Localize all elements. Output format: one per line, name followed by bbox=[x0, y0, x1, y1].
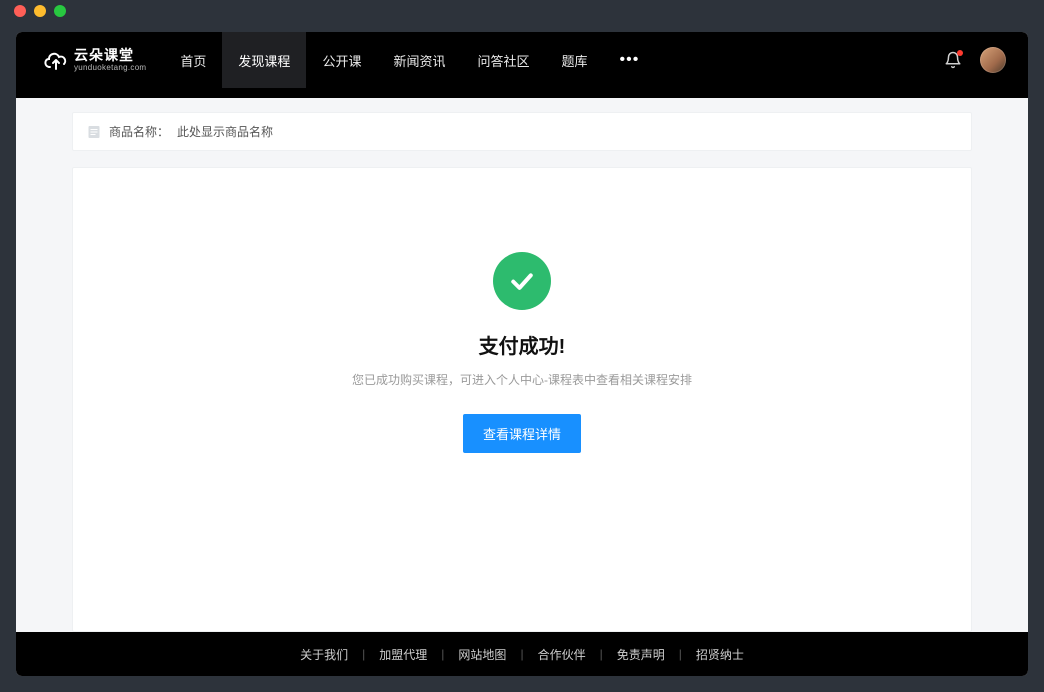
payment-success-card: 支付成功! 您已成功购买课程，可进入个人中心-课程表中查看相关课程安排 查看课程… bbox=[72, 167, 972, 632]
page-body: 商品名称： 此处显示商品名称 支付成功! 您已成功购买课程，可进入个人中心-课程… bbox=[16, 88, 1028, 632]
nav-right-controls bbox=[944, 47, 1028, 73]
nav-exam[interactable]: 题库 bbox=[545, 32, 603, 88]
window-close-dot[interactable] bbox=[14, 5, 26, 17]
view-course-detail-button[interactable]: 查看课程详情 bbox=[463, 414, 581, 453]
success-description: 您已成功购买课程，可进入个人中心-课程表中查看相关课程安排 bbox=[352, 371, 692, 388]
product-name-label: 商品名称： bbox=[109, 123, 169, 140]
nav-discover-courses[interactable]: 发现课程 bbox=[222, 32, 306, 88]
top-nav: 云朵课堂 yunduoketang.com 首页 发现课程 公开课 新闻资讯 问… bbox=[16, 32, 1028, 88]
nav-home[interactable]: 首页 bbox=[164, 32, 222, 88]
success-check-circle bbox=[493, 252, 551, 310]
logo-text: 云朵课堂 bbox=[74, 48, 146, 62]
footer-link-sitemap[interactable]: 网站地图 bbox=[444, 646, 520, 663]
notifications-button[interactable] bbox=[944, 51, 962, 69]
document-icon bbox=[87, 125, 101, 139]
notification-unread-badge bbox=[957, 50, 963, 56]
window-zoom-dot[interactable] bbox=[54, 5, 66, 17]
site-logo[interactable]: 云朵课堂 yunduoketang.com bbox=[16, 48, 164, 72]
checkmark-icon bbox=[507, 266, 537, 296]
footer-link-disclaimer[interactable]: 免责声明 bbox=[603, 646, 679, 663]
logo-subtext: yunduoketang.com bbox=[74, 63, 146, 72]
user-avatar[interactable] bbox=[980, 47, 1006, 73]
footer-link-franchise[interactable]: 加盟代理 bbox=[365, 646, 441, 663]
product-name-value: 此处显示商品名称 bbox=[177, 123, 273, 140]
success-title: 支付成功! bbox=[479, 330, 566, 359]
cloud-logo-icon bbox=[42, 49, 68, 71]
nav-news[interactable]: 新闻资讯 bbox=[377, 32, 461, 88]
nav-qna[interactable]: 问答社区 bbox=[461, 32, 545, 88]
app-viewport: 云朵课堂 yunduoketang.com 首页 发现课程 公开课 新闻资讯 问… bbox=[16, 32, 1028, 676]
footer-link-careers[interactable]: 招贤纳士 bbox=[682, 646, 758, 663]
footer-link-about[interactable]: 关于我们 bbox=[286, 646, 362, 663]
nav-more-button[interactable]: ••• bbox=[604, 32, 656, 88]
browser-window-controls bbox=[0, 0, 1044, 22]
site-footer: 关于我们 | 加盟代理 | 网站地图 | 合作伙伴 | 免责声明 | 招贤纳士 bbox=[16, 632, 1028, 676]
nav-open-class[interactable]: 公开课 bbox=[306, 32, 377, 88]
main-nav: 首页 发现课程 公开课 新闻资讯 问答社区 题库 ••• bbox=[164, 32, 655, 88]
product-name-bar: 商品名称： 此处显示商品名称 bbox=[72, 112, 972, 151]
footer-link-partners[interactable]: 合作伙伴 bbox=[524, 646, 600, 663]
window-minimize-dot[interactable] bbox=[34, 5, 46, 17]
